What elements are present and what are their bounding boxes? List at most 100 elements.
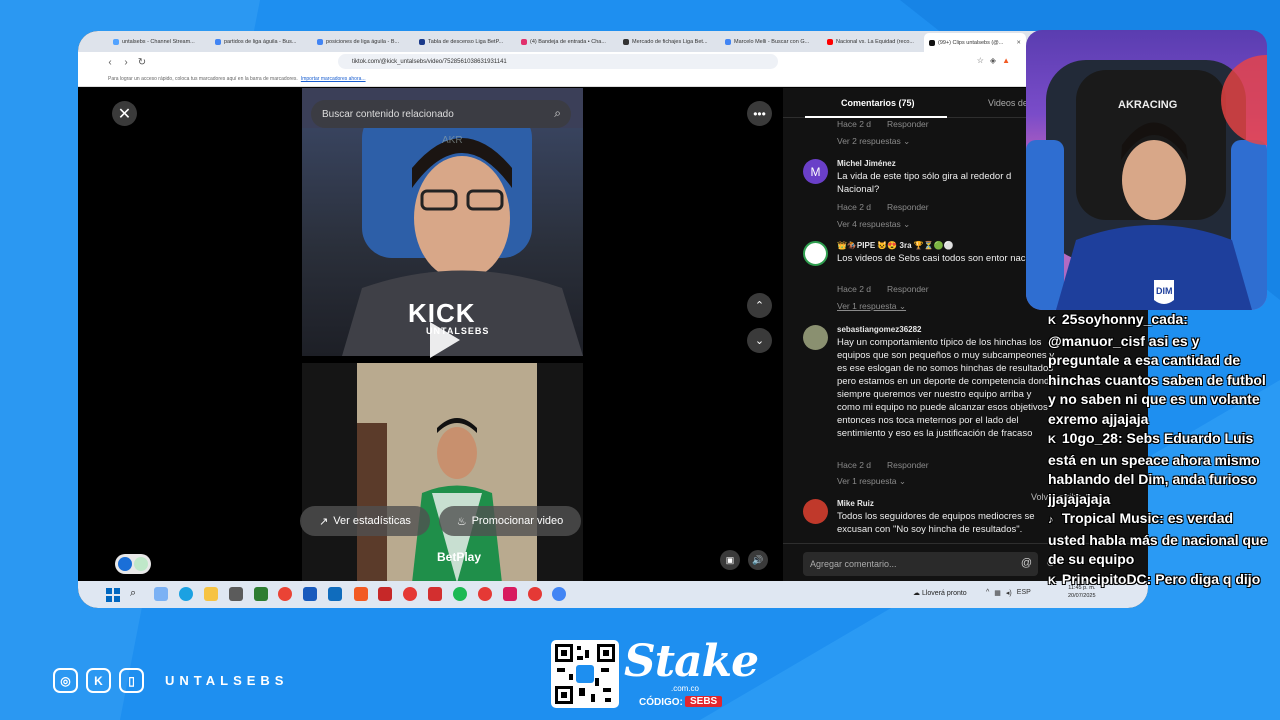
view-replies-button[interactable]: Ver 4 respuestas ⌄	[837, 219, 910, 230]
windows-start-icon[interactable]	[106, 588, 120, 602]
tab-label: untalsebs - Channel Stream...	[122, 38, 195, 45]
chat-message: K PrincipitoDC: Pero diga q dijo	[1048, 570, 1268, 592]
browser-tab[interactable]: untalsebs - Channel Stream...	[108, 34, 210, 49]
chat-username: PrincipitoDC	[1061, 570, 1147, 587]
spotify-icon[interactable]	[453, 587, 467, 601]
copilot-icon[interactable]	[154, 587, 168, 601]
clock-date: 20/07/2025	[1068, 593, 1096, 599]
search-icon[interactable]: ⌕	[130, 587, 144, 601]
avatar[interactable]	[803, 241, 828, 266]
volume-icon[interactable]: 🔊	[748, 550, 768, 570]
view-replies-button[interactable]: Ver 1 respuesta ⌄	[837, 476, 906, 487]
comment-username[interactable]: Michel Jiménez	[837, 159, 896, 168]
tab-creator-videos[interactable]: Videos de	[988, 98, 1028, 108]
tab-comments[interactable]: Comentarios (75)	[841, 98, 915, 108]
avatar[interactable]	[803, 325, 828, 350]
twitch-icon: ▯	[119, 668, 144, 693]
speaker-icon[interactable]: ◂)	[1006, 589, 1012, 597]
chat-text: @manuor_cisf asi es y preguntale a esa c…	[1048, 332, 1266, 427]
search-placeholder: Buscar contenido relacionado	[322, 108, 454, 120]
brave-icon[interactable]: ▲	[1002, 56, 1010, 65]
language-indicator[interactable]: ESP	[1017, 589, 1031, 597]
chat-message: K 25soyhonny_cada: @manuor_cisf asi es y…	[1048, 311, 1266, 427]
tab-label: posiciones de liga águila - B...	[326, 38, 400, 45]
file-explorer-icon[interactable]	[204, 587, 218, 601]
reply-button[interactable]: Responder	[887, 119, 929, 129]
screen-capture: untalsebs - Channel Stream... partidos de…	[78, 31, 1148, 608]
browser-tab[interactable]: Tabla de descenso Liga BetP...	[414, 34, 516, 49]
tab-label: partidos de liga águila - Bus...	[224, 38, 297, 45]
close-button[interactable]: ✕	[112, 101, 137, 126]
more-options-icon[interactable]: •••	[747, 101, 772, 126]
browser-toolbar: ‹ › ↻ tiktok.com/@kick_untalsebs/video/7…	[78, 52, 1148, 72]
edge-icon[interactable]	[179, 587, 193, 601]
reply-button[interactable]: Responder	[887, 460, 929, 470]
reply-button[interactable]: Responder	[887, 202, 929, 212]
browser-tab[interactable]: Mercado de fichajes Liga Bet...	[618, 34, 720, 49]
extension-icon[interactable]: ◈	[990, 56, 996, 65]
forward-icon[interactable]: ›	[118, 57, 134, 68]
reply-button[interactable]: Responder	[887, 284, 929, 294]
tiktok-icon[interactable]	[503, 587, 517, 601]
comment-username[interactable]: Mike Ruiz	[837, 499, 874, 508]
back-icon[interactable]: ‹	[102, 57, 118, 68]
play-icon[interactable]	[426, 320, 462, 360]
avatar[interactable]: M	[803, 159, 828, 184]
webcam-overlay: AKRACING DIM	[1026, 30, 1267, 310]
view-replies-button[interactable]: Ver 1 respuesta ⌄	[837, 301, 906, 312]
chevron-up-icon[interactable]: ^	[986, 589, 989, 597]
comment-input[interactable]: Agregar comentario... @	[803, 552, 1038, 576]
photos-icon[interactable]	[254, 587, 268, 601]
mention-icon[interactable]: @	[1021, 557, 1032, 569]
chat-username: 25soyhonny_cada	[1061, 311, 1184, 327]
promote-video-button[interactable]: ♨ Promocionar video	[439, 506, 581, 536]
related-search-input[interactable]: Buscar contenido relacionado ⌕	[311, 100, 571, 128]
app-icon[interactable]	[403, 587, 417, 601]
word-icon[interactable]	[303, 587, 317, 601]
chat-message: ♪ Tropical Music: es verdad usted habla …	[1048, 510, 1268, 567]
browser-tab[interactable]: posiciones de liga águila - B...	[312, 34, 414, 49]
kick-badge-icon: K	[1048, 315, 1056, 327]
chrome-icon[interactable]	[552, 587, 566, 601]
next-video-button[interactable]: ⌄	[747, 328, 772, 353]
qr-code	[551, 640, 619, 708]
browser-tab[interactable]: Nacional vs. La Equidad (reco...	[822, 34, 924, 49]
app-icon[interactable]	[528, 587, 542, 601]
comment-username[interactable]: sebastiangomez36282	[837, 325, 922, 334]
comment-text: Los videos de Sebs casi todos son entor …	[837, 253, 1046, 264]
app-icon[interactable]	[478, 587, 492, 601]
outlook-icon[interactable]	[328, 587, 342, 601]
import-bookmarks-link[interactable]: Importar marcadores ahora...	[301, 76, 366, 82]
store-icon[interactable]	[229, 587, 243, 601]
reload-icon[interactable]: ↻	[134, 57, 150, 68]
picture-in-picture-icon[interactable]: ▣	[720, 550, 740, 570]
comment-meta: Hace 2 d Responder	[837, 284, 929, 294]
address-bar[interactable]: tiktok.com/@kick_untalsebs/video/7528561…	[338, 54, 778, 69]
comment-text: Hay un comportamiento típico de los hinc…	[837, 337, 1055, 439]
chrome-icon[interactable]	[278, 587, 292, 601]
url-text: tiktok.com/@kick_untalsebs/video/7528561…	[352, 58, 507, 65]
instagram-icon: ◎	[53, 668, 78, 693]
network-icon[interactable]: ▦	[994, 589, 1001, 597]
tab-close-icon[interactable]: ✕	[1016, 40, 1021, 46]
browser-tab[interactable]: Marcelo Melli - Buscar con G...	[720, 34, 822, 49]
sponsor-logo: Stake	[624, 636, 759, 687]
obs-icon[interactable]	[378, 587, 392, 601]
browser-tab[interactable]: (4) Bandeja de entrada • Cha...	[516, 34, 618, 49]
view-stats-button[interactable]: ↗ Ver estadísticas	[300, 506, 430, 536]
app-icon[interactable]	[428, 587, 442, 601]
previous-video-button[interactable]: ⌃	[747, 293, 772, 318]
search-icon[interactable]: ⌕	[554, 106, 561, 121]
brave-taskbar-icon[interactable]	[354, 587, 368, 601]
avatar[interactable]	[803, 499, 828, 524]
comment-username[interactable]: 👑🏇PIPE 😺😍 3ra 🏆⏳🟢⚪	[837, 241, 954, 250]
star-icon[interactable]: ☆	[977, 56, 984, 65]
browser-tab[interactable]: partidos de liga águila - Bus...	[210, 34, 312, 49]
video-frame-next[interactable]: BetPlay	[302, 363, 583, 583]
autoscroll-toggle[interactable]	[115, 554, 151, 574]
browser-tab[interactable]: (99+) Clips untalsebs (@... ✕	[924, 33, 1026, 52]
view-replies-button[interactable]: Ver 2 respuestas ⌄	[837, 136, 910, 147]
tab-favicon-icon	[521, 38, 527, 45]
comment-text: La vida de este tipo sólo gira al rededo…	[837, 171, 1012, 195]
weather-widget[interactable]: ☁ Lloverá pronto	[913, 589, 967, 597]
